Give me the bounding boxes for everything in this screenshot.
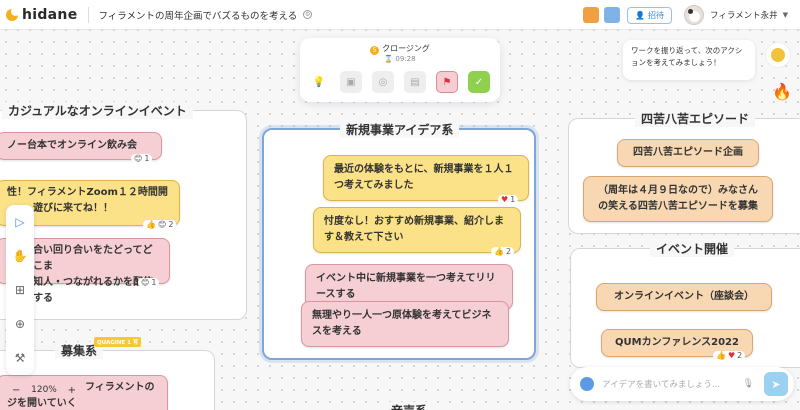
reaction-badge[interactable]: 👍 😊 2 [143, 220, 177, 229]
sticky-note[interactable]: オンラインイベント（座談会） [596, 283, 772, 311]
idea-input-bar: アイデアを書いてみましょう... 🎙 ➤ [570, 367, 794, 401]
sticky-note[interactable]: 最近の体験をもとに、新規事業を１人１つ考えてみました [323, 155, 529, 201]
app-header: hidane フィラメントの周年企画でバズるものを考える ⚙ 👤 招待 フィラメ… [0, 0, 800, 30]
step-number: 5 [370, 46, 380, 55]
flame-icon[interactable]: 🔥 [772, 82, 792, 101]
thumbs-up-icon: 👍 [494, 247, 504, 256]
user-avatar[interactable] [684, 5, 705, 25]
logo[interactable]: hidane [6, 6, 78, 23]
author-badge: QUAGINE 1 写 [94, 337, 142, 347]
timer-value: 09:28 [395, 55, 416, 63]
idea-input[interactable]: アイデアを書いてみましょう... [602, 378, 743, 390]
header-divider [87, 6, 89, 23]
sticky-note[interactable]: 忖度なし！おすすめ新規事業、紹介します＆教えて下さい [313, 207, 521, 253]
done-check-icon[interactable]: ✓ [468, 71, 490, 93]
chevron-down-icon[interactable]: ▼ [783, 11, 788, 19]
user-color-icon [580, 377, 594, 391]
group-title-audio: 音声系 [385, 402, 434, 410]
flag-icon[interactable]: ⚑ [436, 71, 458, 93]
sticky-note[interactable]: 四苦八苦エピソード企画 [617, 139, 759, 167]
microphone-icon[interactable]: 🎙 [743, 379, 754, 389]
add-comment-icon[interactable]: ⊕ [6, 307, 34, 341]
left-toolbar: ▷ ✋ ⊞ ⊕ ⚒ [6, 205, 34, 375]
smile-icon: 😊 [134, 154, 143, 163]
hand-icon[interactable]: ✋ [6, 239, 34, 273]
group-title-casual: カジュアルなオンラインイベント [2, 102, 193, 119]
reaction-badge[interactable]: ♥ 1 [498, 195, 519, 204]
add-user-icon: 👤 [635, 10, 646, 20]
settings-icon[interactable]: ⚙ [303, 10, 313, 19]
step-timer: ⌛ 09:28 [384, 55, 416, 63]
reaction-badge[interactable]: 👍 ♥ 2 [713, 351, 746, 360]
logo-icon [6, 6, 20, 21]
wrench-icon[interactable]: ⚒ [6, 341, 34, 375]
reaction-badge[interactable]: 😊 1 [131, 154, 153, 163]
zoom-out-button[interactable]: − [12, 385, 20, 396]
lightbulb-icon[interactable]: 💡 [308, 71, 330, 93]
zoom-level: 120% [31, 385, 57, 395]
add-note-icon[interactable]: ⊞ [6, 273, 34, 307]
invite-button[interactable]: 👤 招待 [627, 6, 673, 24]
group-title-episodes: 四苦八苦エピソード [635, 110, 756, 127]
zoom-control: − 120% + [6, 378, 82, 402]
heart-icon: ♥ [727, 351, 736, 360]
chat-icon[interactable]: ▤ [404, 71, 426, 93]
smile-icon: 😊 [157, 220, 167, 229]
user-name[interactable]: フィラメント永井 [710, 9, 778, 21]
tip-bubble: ワークを振り返って、次のアクションを考えてみましょう！ [623, 40, 755, 80]
send-button[interactable]: ➤ [764, 372, 788, 396]
invite-label: 招待 [648, 10, 665, 20]
step-panel: 5 クロージング ⌛ 09:28 💡 ▣ ◎ ▤ ⚑ ✓ [300, 38, 500, 102]
copy-icon[interactable]: ▣ [340, 71, 362, 93]
thumbs-up-icon: 👍 [716, 351, 726, 360]
reaction-badge[interactable]: 😊 1 [138, 278, 160, 287]
step-title-text: クロージング [382, 44, 430, 53]
mascot-icon[interactable] [765, 42, 791, 68]
check-icon[interactable]: ◎ [372, 71, 394, 93]
send-icon: ➤ [771, 377, 781, 391]
group-title-new-business: 新規事業アイデア系 [340, 121, 460, 138]
step-icons: 💡 ▣ ◎ ▤ ⚑ ✓ [308, 71, 500, 93]
sticky-note[interactable]: 無理やり一人一つ原体験を考えてビジネスを考える [301, 301, 509, 347]
member-avatar-2[interactable] [604, 7, 621, 23]
thumbs-up-icon: 👍 [146, 220, 156, 229]
logo-text: hidane [22, 6, 78, 23]
smile-icon: 😊 [141, 278, 150, 287]
step-title: 5 クロージング [300, 43, 500, 55]
sticky-note[interactable]: （周年は４月９日なので）みなさんの笑える四苦八苦エピソードを募集 [583, 176, 773, 222]
group-title-event: イベント開催 [650, 240, 735, 257]
heart-icon: ♥ [501, 195, 509, 204]
member-avatar-1[interactable] [583, 7, 600, 23]
reaction-badge[interactable]: 👍 2 [491, 247, 515, 256]
project-title[interactable]: フィラメントの周年企画でバズるものを考える [99, 8, 298, 22]
zoom-in-button[interactable]: + [68, 385, 76, 396]
header-right: 👤 招待 フィラメント永井 ▼ [583, 0, 800, 30]
cursor-icon[interactable]: ▷ [6, 205, 34, 239]
